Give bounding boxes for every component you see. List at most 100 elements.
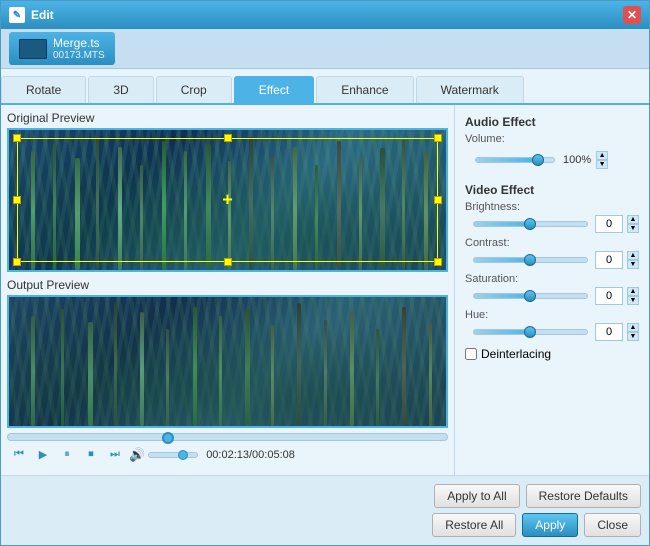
edit-window: ✎ Edit ✕ Merge.ts 00173.MTS Rotate 3D Cr… — [0, 0, 650, 546]
stem — [31, 316, 35, 426]
output-preview-box — [7, 295, 448, 428]
close-window-button[interactable]: ✕ — [623, 6, 641, 24]
contrast-value[interactable] — [595, 251, 623, 269]
contrast-slider[interactable] — [473, 257, 588, 263]
volume-up-btn[interactable]: ▲ — [596, 151, 608, 160]
contrast-spinners: ▲ ▼ — [627, 251, 639, 269]
stem — [429, 322, 432, 425]
brightness-up-btn[interactable]: ▲ — [627, 215, 639, 224]
contrast-label: Contrast: — [465, 237, 639, 249]
preview-area: Original Preview — [1, 105, 454, 475]
stem — [193, 307, 197, 426]
stem — [140, 312, 144, 426]
output-stems — [9, 297, 446, 426]
file-tab[interactable]: Merge.ts 00173.MTS — [9, 32, 115, 65]
crop-border — [17, 138, 438, 262]
volume-slider-thumb[interactable] — [178, 450, 188, 460]
contrast-down-btn[interactable]: ▼ — [627, 260, 639, 269]
volume-label: Volume: — [465, 133, 530, 145]
close-button[interactable]: Close — [584, 513, 641, 537]
play-button[interactable]: ▶ — [33, 445, 53, 465]
crop-handle-bl[interactable] — [13, 258, 21, 266]
restore-defaults-button[interactable]: Restore Defaults — [526, 484, 641, 508]
hue-down-btn[interactable]: ▼ — [627, 332, 639, 341]
saturation-value[interactable] — [595, 287, 623, 305]
hue-up-btn[interactable]: ▲ — [627, 323, 639, 332]
contrast-fill — [474, 258, 531, 262]
hue-label: Hue: — [465, 309, 639, 321]
stem — [271, 325, 274, 426]
saturation-down-btn[interactable]: ▼ — [627, 296, 639, 305]
stem — [402, 307, 406, 426]
saturation-slider[interactable] — [473, 293, 588, 299]
crop-handle-ml[interactable] — [13, 196, 21, 204]
apply-button[interactable]: Apply — [522, 513, 578, 537]
hue-slider[interactable] — [473, 329, 588, 335]
volume-value: 100% — [563, 154, 591, 166]
volume-down-btn[interactable]: ▼ — [596, 160, 608, 169]
stem — [376, 329, 379, 426]
controls-bar: ⏮ ▶ ⏸ ⏹ ⏭ 🔊 00:02:13/00:05:08 — [7, 441, 448, 469]
pause-button[interactable]: ⏸ — [57, 445, 77, 465]
saturation-fill — [474, 294, 531, 298]
crop-handle-tm[interactable] — [224, 134, 232, 142]
crop-handle-bm[interactable] — [224, 258, 232, 266]
apply-to-all-button[interactable]: Apply to All — [434, 484, 519, 508]
deinterlacing-label: Deinterlacing — [481, 347, 551, 361]
output-preview-label: Output Preview — [7, 278, 448, 292]
volume-spinners: ▲ ▼ — [596, 151, 608, 169]
brightness-thumb[interactable] — [524, 218, 536, 230]
volume-icon: 🔊 — [129, 447, 145, 463]
saturation-spinners: ▲ ▼ — [627, 287, 639, 305]
audio-volume-slider[interactable] — [475, 157, 555, 163]
volume-slider-container: 100% ▲ ▼ — [475, 151, 639, 169]
volume-row: Volume: — [465, 133, 639, 145]
hue-thumb[interactable] — [524, 326, 536, 338]
stem — [297, 303, 301, 426]
brightness-down-btn[interactable]: ▼ — [627, 224, 639, 233]
saturation-up-btn[interactable]: ▲ — [627, 287, 639, 296]
bottom-btn-row: Restore All Apply Close — [9, 513, 641, 537]
tab-watermark[interactable]: Watermark — [416, 76, 524, 103]
file-name-secondary: 00173.MTS — [53, 50, 105, 61]
volume-area: 🔊 — [129, 447, 198, 463]
crop-handle-mr[interactable] — [434, 196, 442, 204]
video-effect-section: Video Effect Brightness: ▲ ▼ — [465, 183, 639, 361]
saturation-thumb[interactable] — [524, 290, 536, 302]
volume-slider[interactable] — [148, 452, 198, 458]
main-content: Original Preview — [1, 105, 649, 475]
window-title: Edit — [31, 8, 54, 22]
restore-all-button[interactable]: Restore All — [432, 513, 516, 537]
brightness-label: Brightness: — [465, 201, 639, 213]
original-preview-box: + — [7, 128, 448, 272]
deinterlacing-checkbox[interactable] — [465, 348, 477, 360]
stem — [166, 329, 169, 426]
saturation-label: Saturation: — [465, 273, 639, 285]
tab-3d[interactable]: 3D — [88, 76, 153, 103]
top-btn-row: Apply to All Restore Defaults — [9, 484, 641, 508]
stem — [219, 316, 222, 426]
stop-button[interactable]: ⏹ — [81, 445, 101, 465]
crop-handle-br[interactable] — [434, 258, 442, 266]
crop-handle-tr[interactable] — [434, 134, 442, 142]
tab-crop[interactable]: Crop — [156, 76, 232, 103]
original-preview-label: Original Preview — [7, 111, 448, 125]
file-tab-bar: Merge.ts 00173.MTS — [1, 29, 649, 69]
video-effect-title: Video Effect — [465, 183, 639, 197]
nav-tabs: Rotate 3D Crop Effect Enhance Watermark — [1, 69, 649, 105]
skip-back-button[interactable]: ⏮ — [9, 445, 29, 465]
timeline-thumb[interactable] — [162, 432, 174, 444]
volume-thumb[interactable] — [532, 154, 544, 166]
contrast-thumb[interactable] — [524, 254, 536, 266]
skip-forward-button[interactable]: ⏭ — [105, 445, 125, 465]
brightness-slider[interactable] — [473, 221, 588, 227]
brightness-value[interactable] — [595, 215, 623, 233]
timeline-bar[interactable] — [7, 433, 448, 441]
tab-rotate[interactable]: Rotate — [1, 76, 86, 103]
hue-value[interactable] — [595, 323, 623, 341]
crop-handle-tl[interactable] — [13, 134, 21, 142]
tab-enhance[interactable]: Enhance — [316, 76, 413, 103]
tab-effect[interactable]: Effect — [234, 76, 314, 103]
stem — [245, 309, 250, 425]
contrast-up-btn[interactable]: ▲ — [627, 251, 639, 260]
